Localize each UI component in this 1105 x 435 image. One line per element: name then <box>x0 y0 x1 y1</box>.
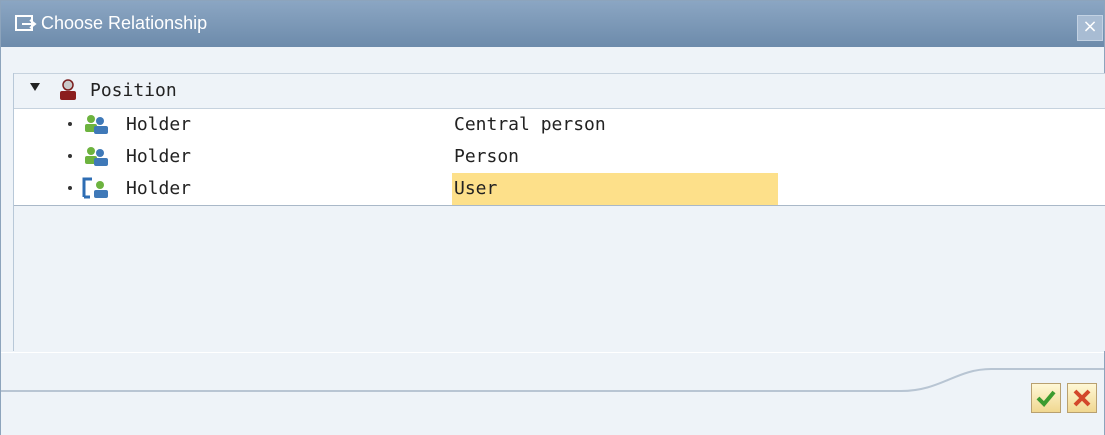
position-label: Position <box>90 80 177 101</box>
tree-row[interactable]: Holder Person <box>14 141 1105 174</box>
relationship-tree: Position Holder Central person Holder Pe… <box>13 73 1105 351</box>
relation-cell[interactable]: Central person <box>452 109 778 141</box>
relation-cell[interactable]: Person <box>452 141 778 173</box>
cancel-button[interactable] <box>1067 383 1097 413</box>
tree-bottom-divider <box>14 205 1105 206</box>
user-icon <box>82 177 108 199</box>
bullet-icon <box>68 186 72 190</box>
holder-label: Holder <box>126 114 192 135</box>
choose-relationship-dialog: Choose Relationship × Position Holder Ce… <box>0 0 1105 435</box>
bullet-icon <box>68 154 72 158</box>
close-button[interactable]: × <box>1077 15 1103 41</box>
tree-row-selected[interactable]: Holder User <box>14 173 1105 205</box>
footer-curve <box>1 368 1104 392</box>
person-group-icon <box>85 115 108 134</box>
relation-label: Central person <box>454 114 606 135</box>
dialog-footer <box>1 352 1104 435</box>
relation-cell-selected[interactable]: User <box>452 173 778 205</box>
holder-label: Holder <box>126 178 192 199</box>
bullet-icon <box>68 122 72 126</box>
confirm-button[interactable] <box>1031 383 1061 413</box>
tree-row[interactable]: Holder Central person <box>14 109 1105 142</box>
dialog-icon <box>15 15 37 31</box>
confirm-icon <box>1036 390 1056 407</box>
person-group-icon <box>85 147 108 166</box>
person-position-icon <box>60 79 76 100</box>
relation-label: User <box>454 178 498 199</box>
relation-label: Person <box>454 146 520 167</box>
holder-label: Holder <box>126 146 192 167</box>
dialog-title: Choose Relationship <box>41 13 208 33</box>
expand-arrow-icon[interactable] <box>30 83 40 91</box>
tree-root-row[interactable]: Position <box>14 73 1105 109</box>
cancel-icon <box>1073 389 1091 407</box>
title-bar: Choose Relationship × <box>1 1 1104 47</box>
close-icon: × <box>1082 16 1098 37</box>
